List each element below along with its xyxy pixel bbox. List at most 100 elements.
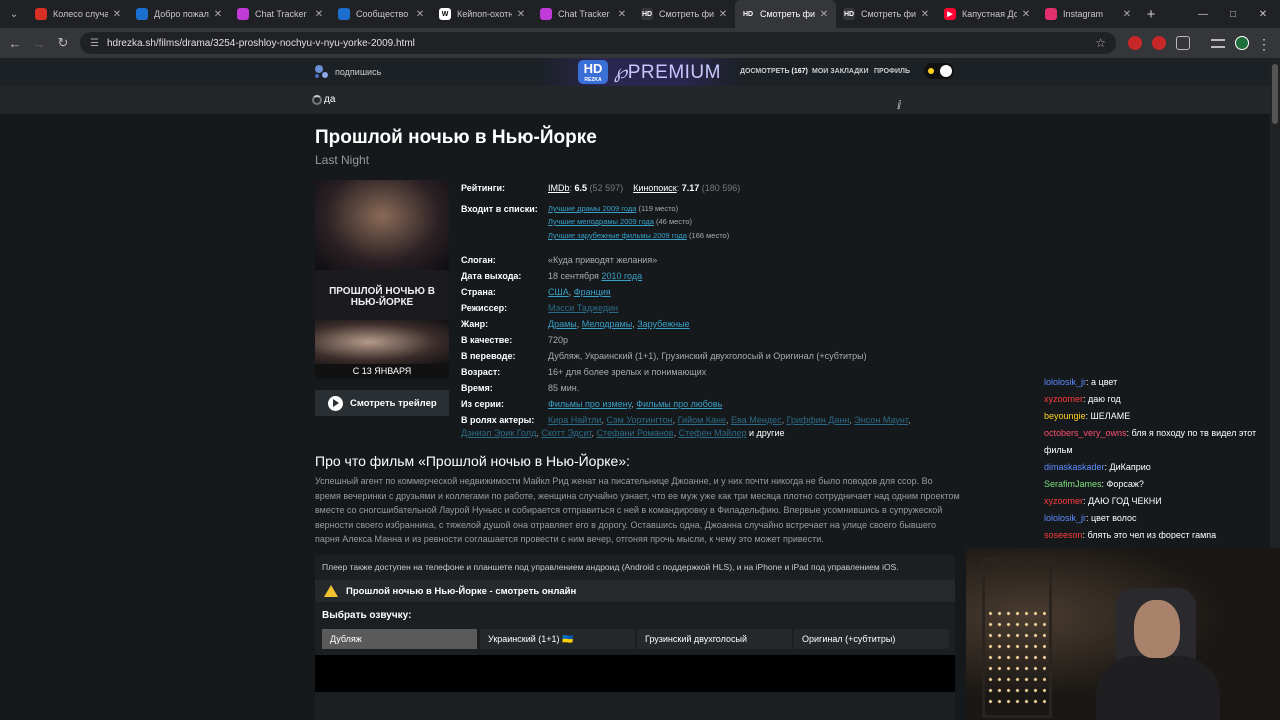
search-bar[interactable]: да (0, 86, 1270, 114)
logo-hd: HD (583, 61, 603, 76)
imdb-link[interactable]: IMDb (548, 183, 570, 193)
tab-close-icon[interactable]: ✕ (314, 9, 324, 20)
actor-link[interactable]: Ева Мендес (731, 415, 782, 425)
country-link[interactable]: США (548, 287, 569, 297)
chat-message: dimaskaskader: ДиКаприо (1040, 459, 1280, 476)
chat-username: lololosik_jr (1044, 513, 1087, 523)
film-poster[interactable]: ПРОШЛОЙ НОЧЬЮ В НЬЮ-ЙОРКЕ С 13 ЯНВАРЯ (315, 180, 449, 379)
minimize-icon[interactable]: — (1188, 0, 1218, 28)
genre-link[interactable]: Драмы (548, 319, 577, 329)
reload-icon[interactable]: ↻ (51, 35, 75, 51)
hd-logo-icon: HD REZKA (578, 60, 608, 84)
actor-link[interactable]: Дэниэл Эрик Голд (461, 428, 536, 438)
tab-title: Смотреть фил (659, 9, 714, 19)
chat-message: beyoungie: ШЕЛАМЕ (1040, 408, 1280, 425)
actor-link[interactable]: Энсон Маунт (854, 415, 908, 425)
reading-list-icon[interactable] (1211, 39, 1225, 48)
browser-tab[interactable]: Сообщество S ✕ (331, 0, 432, 28)
bookmark-star-icon[interactable]: ☆ (1095, 36, 1106, 50)
kinopoisk-link[interactable]: Кинопоиск (633, 183, 677, 193)
tab-close-icon[interactable]: ✕ (213, 9, 223, 20)
watch-later-link[interactable]: ДОСМОТРЕТЬ (167) (740, 68, 808, 75)
actor-link[interactable]: Сэм Уортингтон (607, 415, 673, 425)
profile-link[interactable]: ПРОФИЛЬ (874, 68, 910, 75)
series-link[interactable]: Фильмы про любовь (636, 399, 722, 409)
tab-close-icon[interactable]: ✕ (617, 9, 627, 20)
browser-tab[interactable]: HD Смотреть фил ✕ (735, 0, 836, 28)
extension-icon[interactable] (1128, 36, 1142, 50)
webcam-person-head (1134, 600, 1180, 658)
search-input[interactable]: да (324, 94, 335, 105)
actor-link[interactable]: Гийом Кане (678, 415, 726, 425)
new-tab-button[interactable]: + (1139, 6, 1163, 23)
label-series: Из серии: (461, 399, 505, 409)
label-slogan: Слоган: (461, 255, 496, 265)
actor-link[interactable]: Гриффин Данн (787, 415, 850, 425)
tab-title: Chat Tracker (255, 9, 307, 19)
tab-title: Добро пожало (154, 9, 209, 19)
director-value: Мэсси Таджедин (548, 303, 618, 313)
genre-link[interactable]: Зарубежные (637, 319, 689, 329)
browser-tab[interactable]: ▶ Капустная Дол ✕ (937, 0, 1038, 28)
tab-close-icon[interactable]: ✕ (920, 9, 930, 20)
browser-tab[interactable]: Instagram ✕ (1038, 0, 1139, 28)
play-icon (328, 395, 343, 411)
voice-option-ukrainian[interactable]: Украинский (1+1) 🇺🇦 (480, 629, 635, 649)
tab-close-icon[interactable]: ✕ (415, 9, 425, 20)
chat-message: SerafimJames: Форсаж? (1040, 476, 1280, 493)
film-title: Прошлой ночью в Нью-Йорке (315, 127, 597, 148)
genre-link[interactable]: Мелодрамы (582, 319, 632, 329)
voice-option-original[interactable]: Оригинал (+субтитры) (794, 629, 949, 649)
actor-link[interactable]: Кира Найтли (548, 415, 602, 425)
voice-option-georgian[interactable]: Грузинский двухголосый (637, 629, 792, 649)
browser-tab[interactable]: HD Смотреть фил ✕ (634, 0, 735, 28)
browser-tab[interactable]: Колесо случай ✕ (28, 0, 129, 28)
subscribe-icon (315, 65, 329, 79)
site-logo[interactable]: HD REZKA ℘PREMIUM (578, 60, 721, 84)
video-player[interactable] (315, 655, 955, 692)
tab-title: Колесо случай (53, 9, 108, 19)
browser-menu-icon[interactable]: ⋮ (1250, 30, 1278, 58)
theme-toggle[interactable] (924, 63, 954, 79)
forward-icon[interactable]: → (27, 36, 51, 51)
profile-avatar-icon[interactable] (1235, 36, 1249, 50)
actor-link[interactable]: Стефани Романов (597, 428, 674, 438)
bookmarks-link[interactable]: МОИ ЗАКЛАДКИ (812, 68, 868, 75)
release-year-link[interactable]: 2010 года (601, 271, 642, 281)
site-info-icon[interactable]: ☰ (90, 38, 99, 49)
extension-icon[interactable] (1152, 36, 1166, 50)
close-window-icon[interactable]: ✕ (1248, 0, 1278, 28)
tab-close-icon[interactable]: ✕ (718, 9, 728, 20)
actor-link[interactable]: Стефен Мэйлер (679, 428, 747, 438)
series-link[interactable]: Фильмы про измену (548, 399, 631, 409)
tab-search-chevron-icon[interactable]: ⌄ (0, 0, 28, 28)
chat-text: : ШЕЛАМЕ (1085, 411, 1131, 421)
browser-tab[interactable]: Chat Tracker ✕ (533, 0, 634, 28)
voice-option-dub[interactable]: Дубляж (322, 629, 477, 649)
tab-close-icon[interactable]: ✕ (819, 9, 829, 20)
url-field[interactable]: ☰ hdrezka.sh/films/drama/3254-proshloy-n… (80, 32, 1116, 54)
tab-close-icon[interactable]: ✕ (112, 9, 122, 20)
country-link[interactable]: Франция (574, 287, 611, 297)
director-link[interactable]: Мэсси Таджедин (548, 303, 618, 313)
browser-tab[interactable]: HD Смотреть фил ✕ (836, 0, 937, 28)
watch-trailer-button[interactable]: Смотреть трейлер (315, 390, 449, 416)
tab-title: Капустная Дол (962, 9, 1017, 19)
actor-link[interactable]: Скотт Эдсит (541, 428, 591, 438)
back-icon[interactable]: ← (3, 36, 27, 51)
tab-close-icon[interactable]: ✕ (1021, 9, 1031, 20)
browser-tab[interactable]: Добро пожало ✕ (129, 0, 230, 28)
list-link[interactable]: Лучшие мелодрамы 2009 года (548, 217, 654, 226)
browser-tab[interactable]: W Кейпоп-охотн ✕ (432, 0, 533, 28)
list-link[interactable]: Лучшие зарубежные фильмы 2009 года (548, 231, 687, 240)
tab-close-icon[interactable]: ✕ (516, 9, 526, 20)
list-link[interactable]: Лучшие драмы 2009 года (548, 204, 636, 213)
age-text: для более зрелых и понимающих (563, 367, 707, 377)
maximize-icon[interactable]: □ (1218, 0, 1248, 28)
browser-tab[interactable]: Chat Tracker ✕ (230, 0, 331, 28)
tab-close-icon[interactable]: ✕ (1122, 9, 1132, 20)
scrollbar-thumb[interactable] (1272, 64, 1278, 124)
subscribe-link[interactable]: подпишись (315, 65, 381, 79)
chat-message: фильм (1040, 442, 1280, 459)
extensions-puzzle-icon[interactable] (1176, 36, 1190, 50)
